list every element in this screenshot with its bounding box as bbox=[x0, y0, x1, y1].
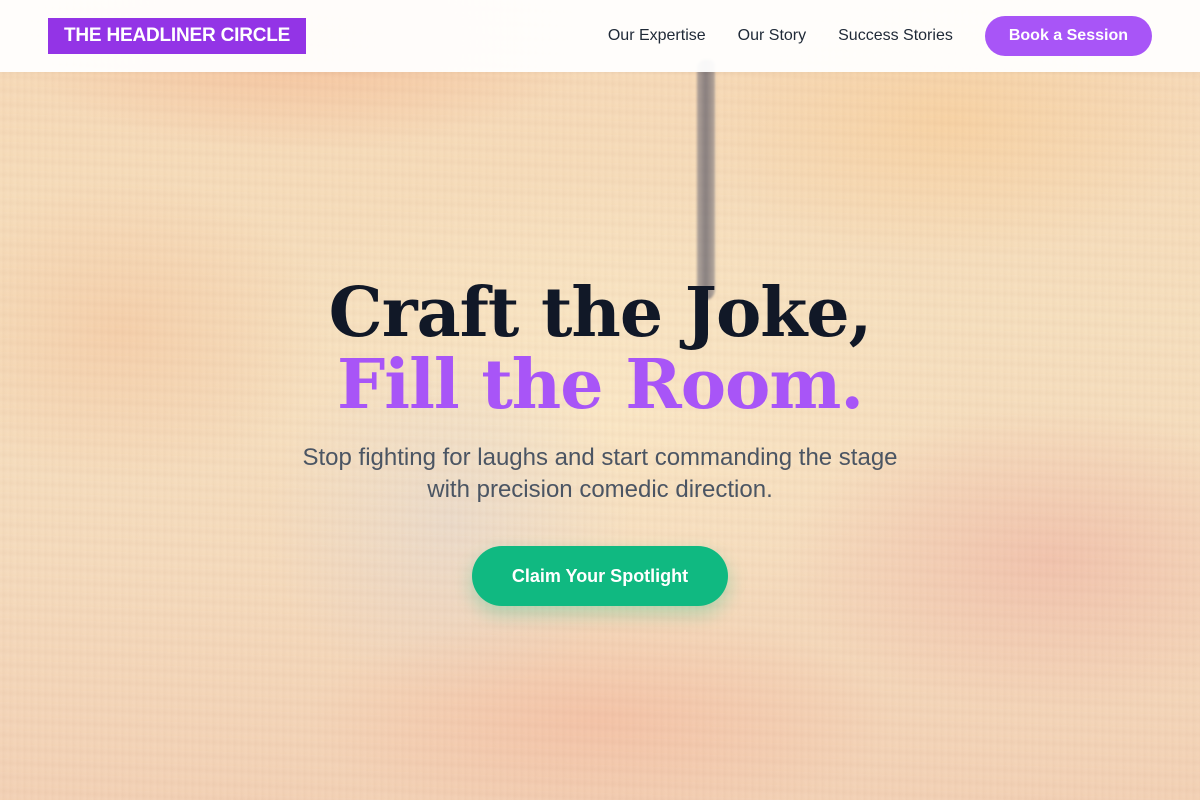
claim-spotlight-button[interactable]: Claim Your Spotlight bbox=[472, 546, 728, 606]
hero-subheadline: Stop fighting for laughs and start comma… bbox=[302, 444, 898, 503]
nav-link-our-expertise[interactable]: Our Expertise bbox=[608, 27, 706, 45]
nav-link-our-story[interactable]: Our Story bbox=[738, 27, 806, 45]
headline-line-2: Fill the Room. bbox=[336, 345, 864, 425]
hero-section: Craft the Joke, Fill the Room. Stop figh… bbox=[0, 72, 1200, 800]
nav-link-success-stories[interactable]: Success Stories bbox=[838, 27, 953, 45]
book-session-button[interactable]: Book a Session bbox=[984, 16, 1152, 56]
logo[interactable]: THE HEADLINER CIRCLE bbox=[48, 18, 307, 54]
main-nav: Our Expertise Our Story Success Stories bbox=[608, 27, 953, 45]
site-header: THE HEADLINER CIRCLE Our Expertise Our S… bbox=[0, 0, 1200, 72]
hero-headline: Craft the Joke, Fill the Room. bbox=[0, 277, 1200, 421]
headline-line-1: Craft the Joke, bbox=[328, 273, 873, 353]
